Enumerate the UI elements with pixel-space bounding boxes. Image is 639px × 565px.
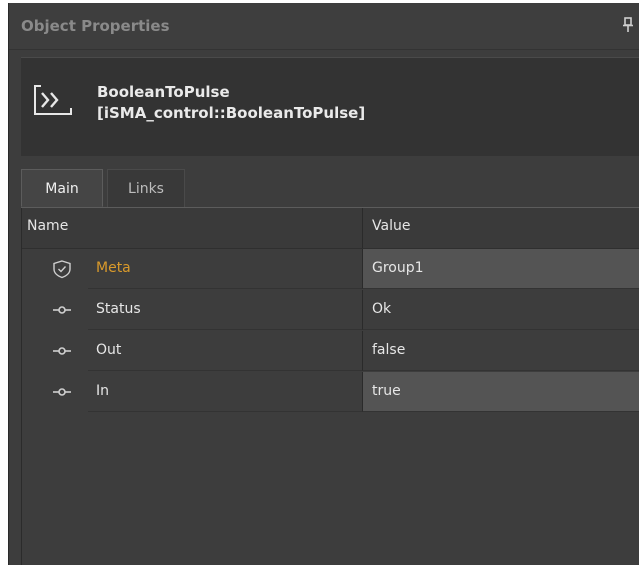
row-icon-cell — [22, 372, 88, 412]
row-value-cell[interactable]: Group1 — [362, 249, 639, 289]
slot-icon — [50, 382, 74, 402]
tab-main[interactable]: Main — [21, 169, 103, 207]
shield-icon — [50, 259, 74, 279]
panel-title: Object Properties — [21, 17, 170, 35]
row-value-cell[interactable]: Ok — [362, 290, 639, 330]
slot-icon — [50, 341, 74, 361]
row-value-cell[interactable]: true — [362, 372, 639, 412]
tab-links[interactable]: Links — [107, 169, 185, 207]
row-name-cell: In — [88, 372, 362, 412]
panel-titlebar: Object Properties — [9, 3, 639, 50]
table-row[interactable]: Status Ok — [22, 290, 639, 330]
property-value: true — [372, 383, 401, 399]
component-header: BooleanToPulse [iSMA_control::BooleanToP… — [21, 57, 639, 156]
property-value: false — [372, 342, 406, 358]
table-row[interactable]: Out false — [22, 331, 639, 371]
property-name: Meta — [96, 260, 131, 276]
table-row[interactable]: In true — [22, 372, 639, 412]
row-icon-cell — [22, 290, 88, 330]
pin-icon[interactable] — [622, 17, 636, 33]
slot-icon — [50, 300, 74, 320]
table-row[interactable]: Meta Group1 — [22, 249, 639, 289]
row-name-cell: Status — [88, 290, 362, 330]
column-divider[interactable] — [362, 208, 363, 248]
property-name: Out — [96, 342, 122, 358]
property-value: Group1 — [372, 260, 424, 276]
property-name: Status — [96, 301, 141, 317]
object-properties-panel: Object Properties BooleanToPulse [iSMA_c… — [8, 3, 639, 565]
property-grid: Name Value Meta Group1 Status Ok Out fal… — [21, 208, 639, 565]
block-icon — [31, 80, 75, 120]
property-name: In — [96, 383, 110, 399]
row-name-cell: Out — [88, 331, 362, 371]
property-value: Ok — [372, 301, 392, 317]
tab-bar: Main Links — [21, 163, 639, 208]
column-header-name[interactable]: Name — [27, 218, 68, 234]
column-header-value[interactable]: Value — [372, 218, 410, 234]
row-value-cell[interactable]: false — [362, 331, 639, 371]
row-icon-cell — [22, 331, 88, 371]
row-name-cell: Meta — [88, 249, 362, 289]
grid-header: Name Value — [22, 208, 639, 249]
row-icon-cell — [22, 249, 88, 289]
component-type: [iSMA_control::BooleanToPulse] — [97, 104, 366, 122]
component-name: BooleanToPulse — [97, 83, 230, 101]
